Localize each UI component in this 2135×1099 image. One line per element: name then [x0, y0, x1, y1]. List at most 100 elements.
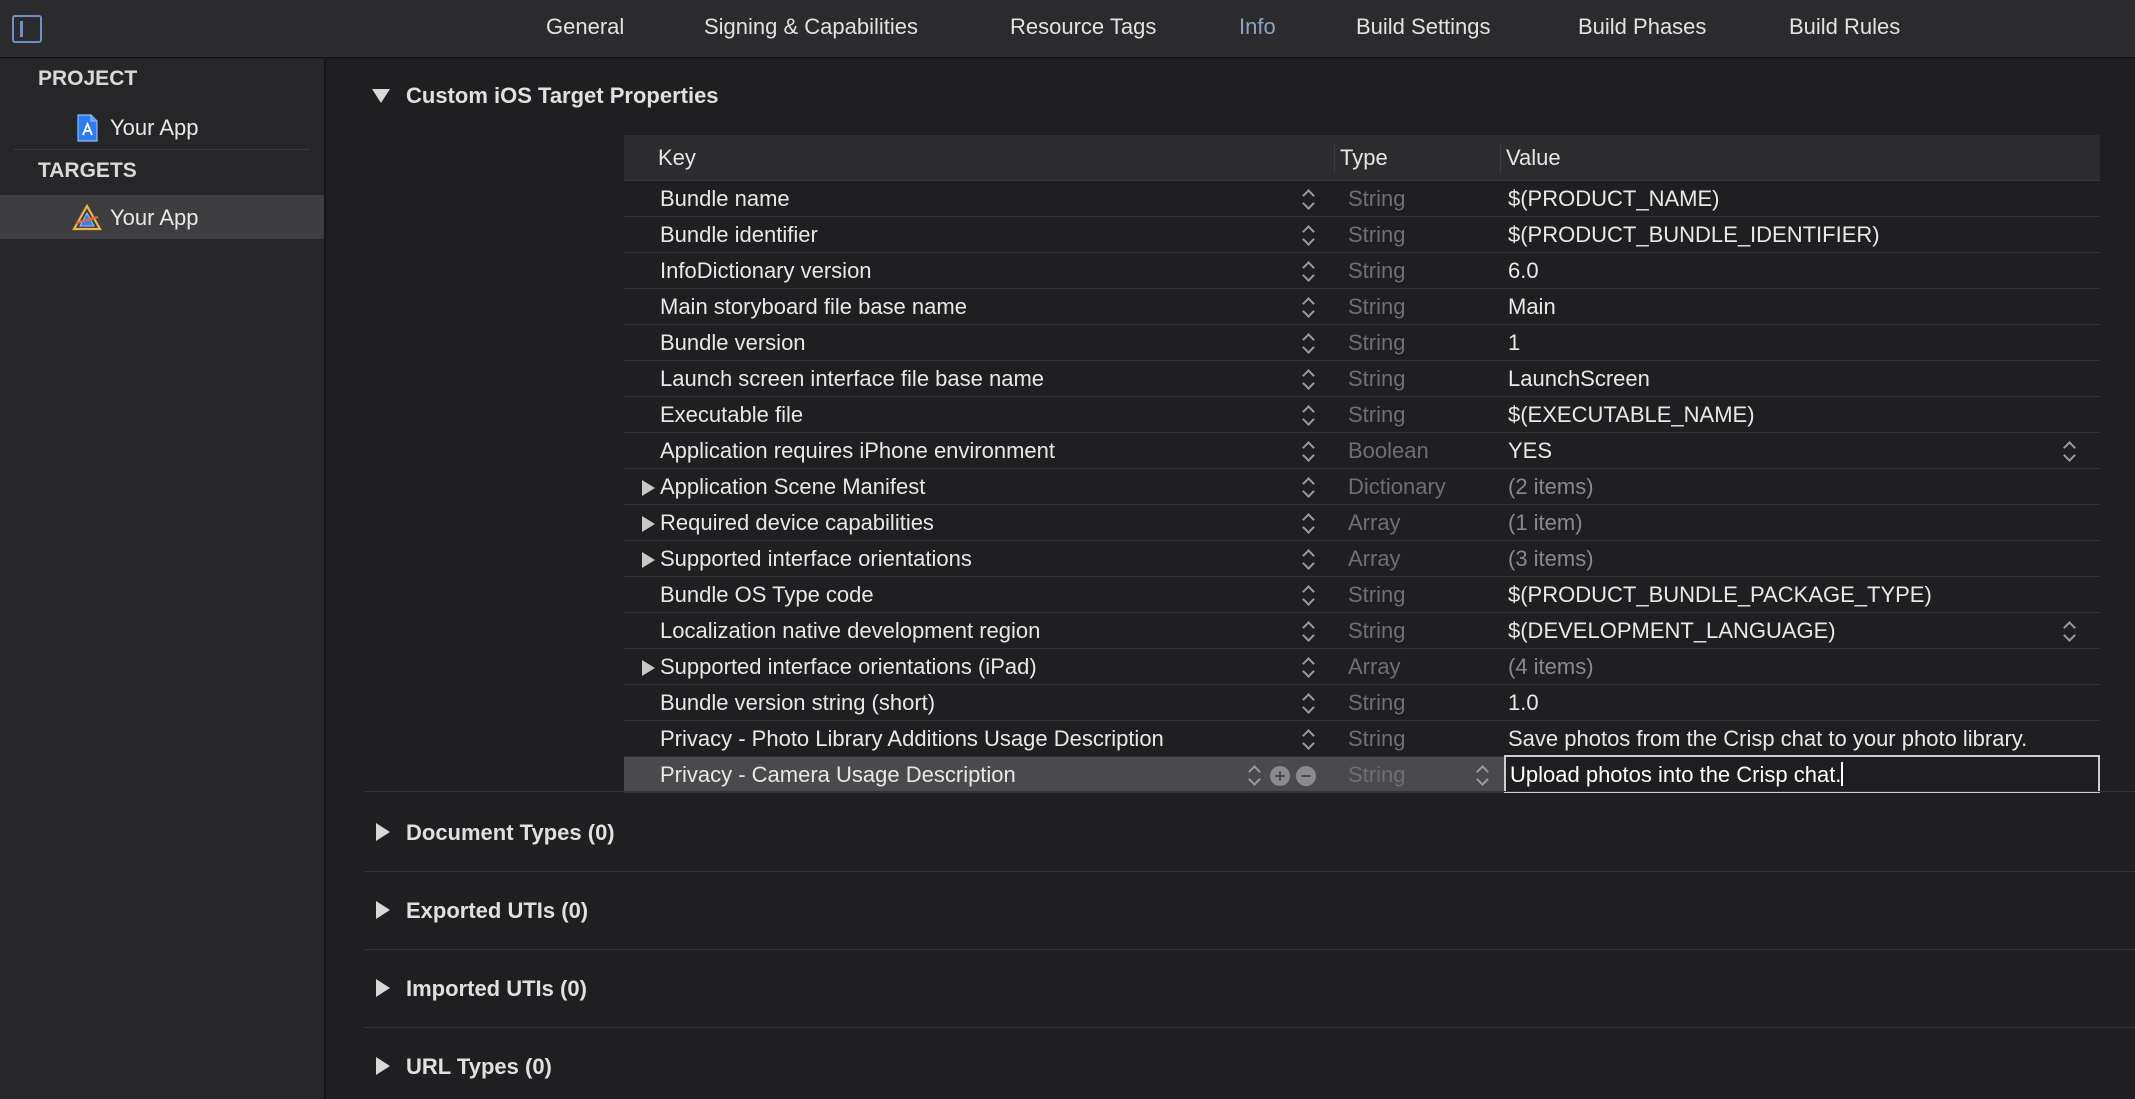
table-row[interactable]: Main storyboard file base name String Ma…: [624, 289, 2100, 325]
row-value[interactable]: 6.0: [1508, 258, 1539, 284]
key-stepper-icon[interactable]: [1300, 224, 1316, 248]
section-title-url-types[interactable]: URL Types (0): [406, 1054, 552, 1080]
table-row[interactable]: Bundle version string (short) String 1.0: [624, 685, 2100, 721]
tab-signing-capabilities[interactable]: Signing & Capabilities: [704, 14, 918, 42]
column-header-type[interactable]: Type: [1340, 145, 1388, 171]
key-stepper-icon[interactable]: [1300, 332, 1316, 356]
sidebar-item-target[interactable]: Your App: [0, 195, 324, 239]
table-row[interactable]: Bundle name String $(PRODUCT_NAME): [624, 181, 2100, 217]
row-key: Supported interface orientations: [660, 546, 972, 571]
tab-info[interactable]: Info: [1239, 14, 1276, 42]
type-stepper-icon[interactable]: [1474, 764, 1490, 788]
row-value[interactable]: YES: [1508, 438, 1552, 464]
row-value[interactable]: $(PRODUCT_BUNDLE_PACKAGE_TYPE): [1508, 582, 1932, 608]
tab-build-phases[interactable]: Build Phases: [1578, 14, 1706, 42]
tab-general[interactable]: General: [546, 14, 624, 42]
key-stepper-icon[interactable]: [1246, 764, 1262, 788]
row-value[interactable]: $(PRODUCT_BUNDLE_IDENTIFIER): [1508, 222, 1880, 248]
row-value[interactable]: $(PRODUCT_NAME): [1508, 186, 1719, 212]
table-row[interactable]: Bundle OS Type code String $(PRODUCT_BUN…: [624, 577, 2100, 613]
row-type: Boolean: [1348, 438, 1429, 463]
expand-arrow-icon[interactable]: [642, 660, 655, 676]
row-type: String: [1348, 402, 1406, 427]
disclosure-closed-icon[interactable]: [376, 823, 390, 841]
expand-arrow-icon[interactable]: [642, 552, 655, 568]
row-key: Bundle OS Type code: [660, 582, 874, 607]
key-stepper-icon[interactable]: [1300, 260, 1316, 284]
tab-build-settings[interactable]: Build Settings: [1356, 14, 1491, 42]
row-value[interactable]: $(EXECUTABLE_NAME): [1508, 402, 1755, 428]
disclosure-closed-icon[interactable]: [376, 901, 390, 919]
row-type: String: [1348, 762, 1406, 787]
section-title-document-types[interactable]: Document Types (0): [406, 820, 615, 846]
value-edit-text: Upload photos into the Crisp chat.: [1510, 762, 1842, 787]
table-row[interactable]: Application Scene Manifest Dictionary (2…: [624, 469, 2100, 505]
table-row[interactable]: Supported interface orientations (iPad) …: [624, 649, 2100, 685]
column-header-value[interactable]: Value: [1506, 145, 1561, 171]
row-type: String: [1348, 366, 1406, 391]
key-stepper-icon[interactable]: [1300, 476, 1316, 500]
table-row[interactable]: Bundle version String 1: [624, 325, 2100, 361]
key-stepper-icon[interactable]: [1300, 404, 1316, 428]
key-stepper-icon[interactable]: [1300, 728, 1316, 752]
table-row[interactable]: Privacy - Photo Library Additions Usage …: [624, 721, 2100, 757]
row-value[interactable]: 1: [1508, 330, 1520, 356]
sidebar-item-project[interactable]: Your App: [0, 105, 324, 149]
key-stepper-icon[interactable]: [1300, 548, 1316, 572]
minus-circle-icon[interactable]: −: [1296, 766, 1316, 786]
key-stepper-icon[interactable]: [1300, 512, 1316, 536]
expand-arrow-icon[interactable]: [642, 516, 655, 532]
row-value[interactable]: 1.0: [1508, 690, 1539, 716]
row-value: (2 items): [1508, 474, 1594, 499]
table-row[interactable]: Supported interface orientations Array (…: [624, 541, 2100, 577]
table-row[interactable]: Localization native development region S…: [624, 613, 2100, 649]
plus-circle-icon[interactable]: +: [1270, 766, 1290, 786]
column-header-key[interactable]: Key: [658, 145, 696, 171]
key-stepper-icon[interactable]: [1300, 692, 1316, 716]
tab-build-rules[interactable]: Build Rules: [1789, 14, 1900, 42]
row-type: Dictionary: [1348, 474, 1446, 499]
table-row[interactable]: Application requires iPhone environment …: [624, 433, 2100, 469]
disclosure-open-icon[interactable]: [372, 89, 390, 103]
key-stepper-icon[interactable]: [1300, 368, 1316, 392]
row-type: Array: [1348, 546, 1401, 571]
row-type: Array: [1348, 654, 1401, 679]
key-stepper-icon[interactable]: [1300, 620, 1316, 644]
row-key: Bundle version string (short): [660, 690, 936, 715]
section-title-imported-utis[interactable]: Imported UTIs (0): [406, 976, 587, 1002]
row-key: Launch screen interface file base name: [660, 366, 1045, 391]
row-value[interactable]: LaunchScreen: [1508, 366, 1650, 392]
table-row[interactable]: Launch screen interface file base name S…: [624, 361, 2100, 397]
row-value[interactable]: Main: [1508, 294, 1556, 320]
row-value[interactable]: $(DEVELOPMENT_LANGUAGE): [1508, 618, 1836, 644]
value-edit-field[interactable]: Upload photos into the Crisp chat.: [1504, 755, 2100, 793]
row-value[interactable]: Save photos from the Crisp chat to your …: [1508, 726, 2027, 752]
row-value: (4 items): [1508, 654, 1594, 679]
row-key: Required device capabilities: [660, 510, 934, 535]
section-separator: [364, 791, 2135, 792]
section-title-exported-utis[interactable]: Exported UTIs (0): [406, 898, 588, 924]
table-row[interactable]: InfoDictionary version String 6.0: [624, 253, 2100, 289]
key-stepper-icon[interactable]: [1300, 440, 1316, 464]
table-row-selected[interactable]: Privacy - Camera Usage Description + − S…: [624, 755, 2100, 793]
row-type: String: [1348, 222, 1406, 247]
value-popup-stepper-icon[interactable]: [2061, 620, 2077, 644]
value-popup-stepper-icon[interactable]: [2061, 440, 2077, 464]
sidebar-toggle-icon[interactable]: [12, 15, 42, 43]
key-stepper-icon[interactable]: [1300, 656, 1316, 680]
key-stepper-icon[interactable]: [1300, 296, 1316, 320]
row-type: String: [1348, 330, 1406, 355]
tab-resource-tags[interactable]: Resource Tags: [1010, 14, 1156, 42]
key-stepper-icon[interactable]: [1300, 188, 1316, 212]
table-row[interactable]: Required device capabilities Array (1 it…: [624, 505, 2100, 541]
row-key: Localization native development region: [660, 618, 1041, 643]
disclosure-closed-icon[interactable]: [376, 1057, 390, 1075]
table-row[interactable]: Bundle identifier String $(PRODUCT_BUNDL…: [624, 217, 2100, 253]
row-key: Supported interface orientations (iPad): [660, 654, 1037, 679]
table-row[interactable]: Executable file String $(EXECUTABLE_NAME…: [624, 397, 2100, 433]
key-stepper-icon[interactable]: [1300, 584, 1316, 608]
expand-arrow-icon[interactable]: [642, 480, 655, 496]
row-key: Executable file: [660, 402, 804, 427]
sidebar-divider: [14, 149, 310, 150]
disclosure-closed-icon[interactable]: [376, 979, 390, 997]
